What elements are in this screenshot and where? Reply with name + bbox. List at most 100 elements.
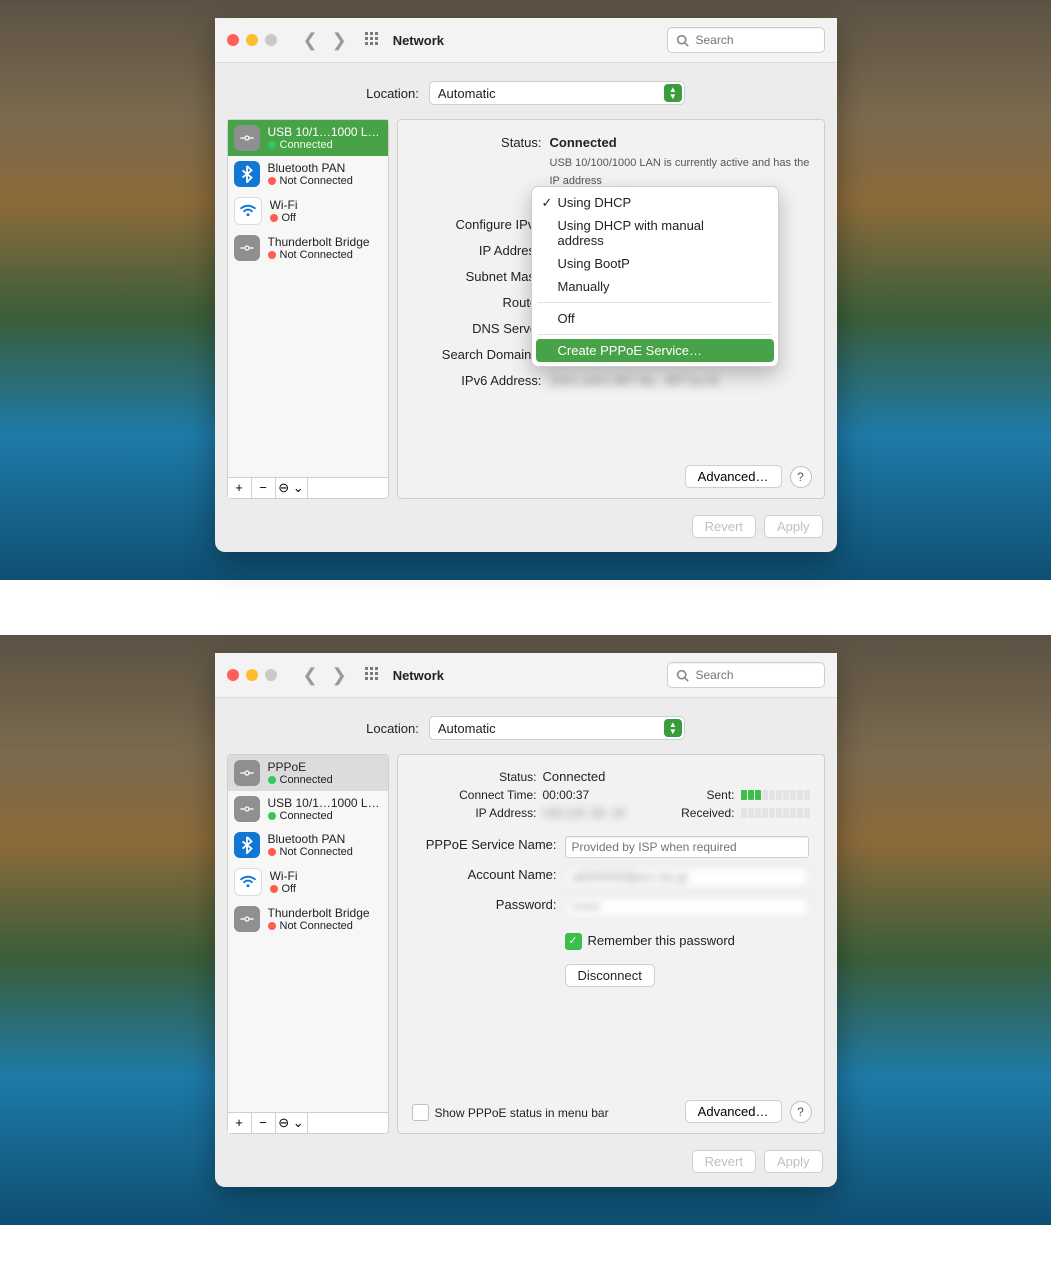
dropdown-item-bootp[interactable]: Using BootP — [536, 252, 774, 275]
all-prefs-icon[interactable] — [365, 32, 381, 48]
remember-password-label: Remember this password — [588, 932, 735, 950]
help-button[interactable]: ? — [790, 1101, 812, 1123]
add-service-button[interactable]: + — [228, 478, 252, 498]
location-value: Automatic — [438, 721, 496, 736]
forward-button[interactable]: ❯ — [332, 665, 347, 686]
traffic-lights — [227, 34, 277, 46]
disconnect-button[interactable]: Disconnect — [565, 964, 655, 987]
service-icon — [234, 832, 260, 858]
detail-pane: Status:ConnectedUSB 10/100/1000 LAN is c… — [397, 119, 825, 499]
service-status: Not Connected — [280, 175, 353, 187]
service-name: Bluetooth PAN — [268, 161, 353, 175]
search-field[interactable] — [667, 662, 825, 688]
window-footer: Revert Apply — [215, 507, 837, 552]
service-status: Connected — [280, 810, 333, 822]
minimize-window-button[interactable] — [246, 34, 258, 46]
remove-service-button[interactable]: − — [252, 478, 276, 498]
updown-icon: ▲▼ — [664, 719, 682, 737]
sidebar-item[interactable]: Wi-FiOff — [228, 863, 388, 901]
dropdown-item-manually[interactable]: Manually — [536, 275, 774, 298]
pppoe-service-name-input[interactable] — [565, 836, 809, 858]
ip-address-label: IP Address — [412, 242, 550, 260]
minimize-window-button[interactable] — [246, 669, 258, 681]
search-field[interactable] — [667, 27, 825, 53]
service-name: Thunderbolt Bridge — [268, 906, 370, 920]
search-icon — [676, 34, 689, 47]
sidebar-item[interactable]: PPPoEConnected — [228, 755, 388, 791]
service-status: Off — [282, 212, 296, 224]
status-dot-icon — [268, 177, 276, 185]
password-input[interactable] — [565, 896, 809, 918]
status-dot-icon — [270, 214, 278, 222]
service-list[interactable]: USB 10/1…1000 LANConnectedBluetooth PANN… — [227, 119, 389, 478]
router-label: Router — [412, 294, 550, 312]
remember-password-checkbox[interactable]: ✓ — [565, 933, 582, 950]
service-tools: + − ⊖ ⌄ — [227, 478, 389, 499]
nav-arrows: ❮ ❯ — [303, 30, 347, 51]
service-icon — [234, 161, 260, 187]
close-window-button[interactable] — [227, 669, 239, 681]
all-prefs-icon[interactable] — [365, 667, 381, 683]
sidebar-item[interactable]: Thunderbolt BridgeNot Connected — [228, 230, 388, 266]
apply-button[interactable]: Apply — [764, 1150, 823, 1173]
back-button[interactable]: ❮ — [303, 30, 318, 51]
remove-service-button[interactable]: − — [252, 1113, 276, 1133]
location-select[interactable]: Automatic ▲▼ — [429, 716, 685, 740]
status-dot-icon — [268, 848, 276, 856]
sidebar-item[interactable]: USB 10/1…1000 LANConnected — [228, 791, 388, 827]
service-icon — [234, 760, 260, 786]
help-button[interactable]: ? — [790, 466, 812, 488]
service-icon — [234, 235, 260, 261]
titlebar: ❮ ❯ Network — [215, 18, 837, 63]
apply-button[interactable]: Apply — [764, 515, 823, 538]
network-window-2: ❮❯ Network Location: Automatic ▲▼ PPPoEC… — [215, 653, 837, 1187]
service-actions-button[interactable]: ⊖ ⌄ — [276, 478, 308, 498]
account-name-input[interactable] — [565, 866, 809, 888]
status-value: Connected — [543, 769, 810, 784]
subnet-mask-label: Subnet Mask — [412, 268, 550, 286]
status-value: Connected — [550, 135, 617, 150]
status-label: Status: — [412, 134, 550, 152]
sidebar-item[interactable]: Thunderbolt BridgeNot Connected — [228, 901, 388, 937]
add-service-button[interactable]: + — [228, 1113, 252, 1133]
configure-ipv4-dropdown[interactable]: Using DHCP Using DHCP with manual addres… — [531, 186, 779, 367]
service-icon — [234, 197, 262, 225]
forward-button[interactable]: ❯ — [332, 30, 347, 51]
sidebar-item[interactable]: Bluetooth PANNot Connected — [228, 156, 388, 192]
service-list[interactable]: PPPoEConnectedUSB 10/1…1000 LANConnected… — [227, 754, 389, 1113]
show-status-checkbox[interactable] — [412, 1104, 429, 1121]
service-icon — [234, 906, 260, 932]
revert-button[interactable]: Revert — [692, 1150, 756, 1173]
ip-address-value: 100.116 .60 .16 — [543, 806, 633, 820]
advanced-button[interactable]: Advanced… — [685, 465, 782, 488]
zoom-window-button[interactable] — [265, 34, 277, 46]
account-name-label: Account Name: — [412, 866, 565, 884]
status-dot-icon — [268, 776, 276, 784]
show-status-label: Show PPPoE status in menu bar — [435, 1106, 609, 1120]
window-title: Network — [393, 33, 444, 48]
location-select[interactable]: Automatic ▲▼ — [429, 81, 685, 105]
service-icon — [234, 868, 262, 896]
revert-button[interactable]: Revert — [692, 515, 756, 538]
dropdown-item-off[interactable]: Off — [536, 307, 774, 330]
search-input[interactable] — [694, 32, 816, 48]
updown-icon: ▲▼ — [664, 84, 682, 102]
connect-time-label: Connect Time: — [412, 788, 537, 802]
sidebar-item[interactable]: USB 10/1…1000 LANConnected — [228, 120, 388, 156]
service-icon — [234, 796, 260, 822]
sidebar-item[interactable]: Bluetooth PANNot Connected — [228, 827, 388, 863]
advanced-button[interactable]: Advanced… — [685, 1100, 782, 1123]
zoom-window-button[interactable] — [265, 669, 277, 681]
close-window-button[interactable] — [227, 34, 239, 46]
back-button[interactable]: ❮ — [303, 665, 318, 686]
search-input[interactable] — [694, 667, 816, 683]
dropdown-item-dhcp[interactable]: Using DHCP — [536, 191, 774, 214]
ipv6-value-blur: 2001:a451:867:8a.. 8871a:c8 — [550, 372, 810, 390]
dropdown-item-create-pppoe[interactable]: Create PPPoE Service… — [536, 339, 774, 362]
pppoe-service-name-label: PPPoE Service Name: — [412, 836, 565, 854]
dropdown-item-dhcp-manual[interactable]: Using DHCP with manual address — [536, 214, 774, 252]
service-name: Bluetooth PAN — [268, 832, 353, 846]
service-actions-button[interactable]: ⊖ ⌄ — [276, 1113, 308, 1133]
network-window-1: ❮ ❯ Network Location: Automatic ▲▼ USB 1… — [215, 18, 837, 552]
sidebar-item[interactable]: Wi-FiOff — [228, 192, 388, 230]
